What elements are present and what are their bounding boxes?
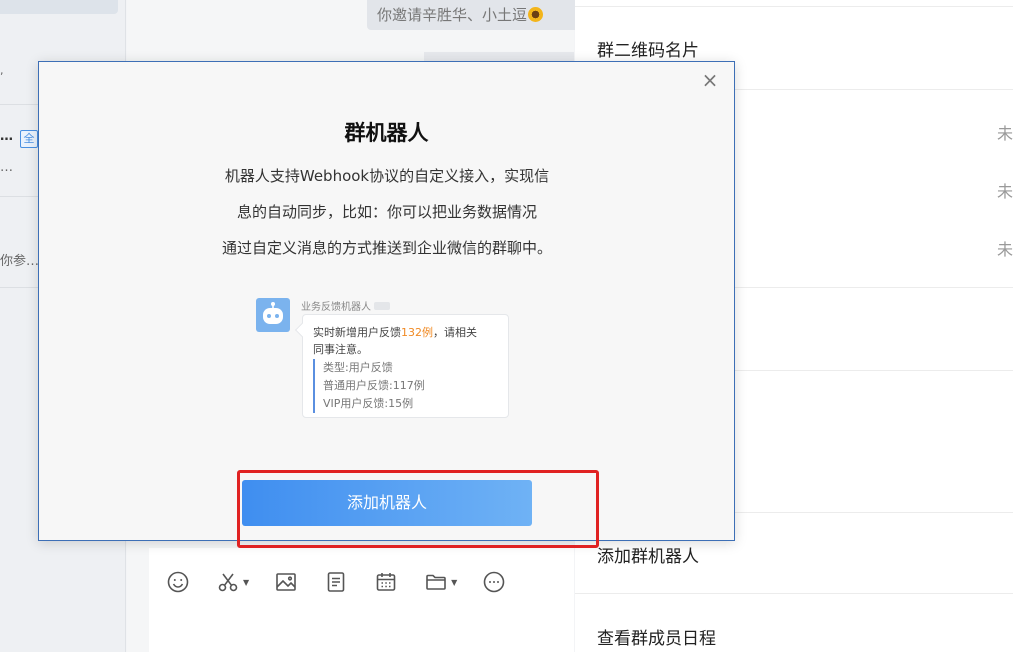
chevron-down-icon[interactable]: ▼ xyxy=(243,578,249,587)
chevron-down-icon[interactable]: ▼ xyxy=(451,578,457,587)
dialog-title: 群机器人 xyxy=(344,121,429,145)
setting-value: 未 xyxy=(996,124,1013,143)
conversation-item-active[interactable] xyxy=(0,0,118,14)
card-detail-list: 类型:用户反馈 普通用户反馈:117例 VIP用户反馈:15例 xyxy=(313,359,499,413)
sunflower-emoji-icon xyxy=(528,7,544,22)
screenshot-scissors-icon[interactable] xyxy=(215,569,241,595)
dialog-description: 机器人支持Webhook协议的自定义接入，实现信 息的自动同步，比如：你可以把业… xyxy=(187,158,587,266)
conversation-tag: 全 xyxy=(20,130,38,148)
image-icon[interactable] xyxy=(273,569,299,595)
more-icon[interactable] xyxy=(481,569,507,595)
setting-value: 未 xyxy=(996,182,1013,201)
input-toolbar: ▼ ▼ xyxy=(165,568,507,596)
list-marker: , xyxy=(0,64,4,77)
card-detail-item: VIP用户反馈:15例 xyxy=(323,397,414,410)
robot-badge xyxy=(374,302,390,310)
system-message-text: 你邀请辛胜华、小土逗 xyxy=(377,6,528,24)
card-headline: 实时新增用户反馈132例，请相关 xyxy=(313,324,499,341)
robot-avatar-icon xyxy=(256,298,290,332)
system-message: 你邀请辛胜华、小土逗 xyxy=(367,0,577,30)
card-headline-prefix: 实时新增用户反馈 xyxy=(313,326,401,339)
calendar-icon[interactable] xyxy=(373,569,399,595)
card-headline-suffix: ，请相关 xyxy=(433,326,477,339)
description-line: 通过自定义消息的方式推送到企业微信的群聊中。 xyxy=(221,239,552,257)
card-detail-item: 类型:用户反馈 xyxy=(323,361,393,374)
member-schedule-item[interactable]: 查看群成员日程 xyxy=(597,624,716,649)
emoji-icon[interactable] xyxy=(165,569,191,595)
robot-sender-text: 业务反馈机器人 xyxy=(301,302,371,313)
folder-icon[interactable] xyxy=(423,569,449,595)
bubble-tail xyxy=(294,322,310,338)
robot-message-card: 实时新增用户反馈132例，请相关 同事注意。 类型:用户反馈 普通用户反馈:11… xyxy=(294,314,509,418)
conversation-preview: … xyxy=(0,160,13,175)
group-robot-dialog: × 群机器人 机器人支持Webhook协议的自定义接入，实现信 息的自动同步，比… xyxy=(38,61,735,541)
divider xyxy=(575,6,1013,7)
robot-message-illustration: 业务反馈机器人 实时新增用户反馈132例，请相关 同事注意。 类型:用户反馈 普… xyxy=(254,296,514,426)
group-qr-card-item[interactable]: 群二维码名片 xyxy=(597,36,699,61)
close-icon[interactable]: × xyxy=(700,70,720,90)
message-input-area[interactable]: ▼ ▼ xyxy=(149,548,574,652)
card-headline-count: 132例 xyxy=(401,326,433,339)
document-icon[interactable] xyxy=(323,569,349,595)
conversation-name[interactable]: … xyxy=(0,129,13,144)
divider xyxy=(575,593,1013,594)
description-line: 息的自动同步，比如：你可以把业务数据情况 xyxy=(236,203,537,221)
setting-value: 未 xyxy=(996,240,1013,259)
add-robot-button[interactable]: 添加机器人 xyxy=(242,480,532,526)
card-detail-item: 普通用户反馈:117例 xyxy=(323,379,425,392)
description-line: 机器人支持Webhook协议的自定义接入，实现信 xyxy=(224,167,550,185)
card-headline-line2: 同事注意。 xyxy=(313,343,368,356)
conversation-preview: 你参… xyxy=(0,254,40,269)
add-group-robot-item[interactable]: 添加群机器人 xyxy=(597,542,699,567)
robot-sender-name: 业务反馈机器人 xyxy=(301,298,390,313)
